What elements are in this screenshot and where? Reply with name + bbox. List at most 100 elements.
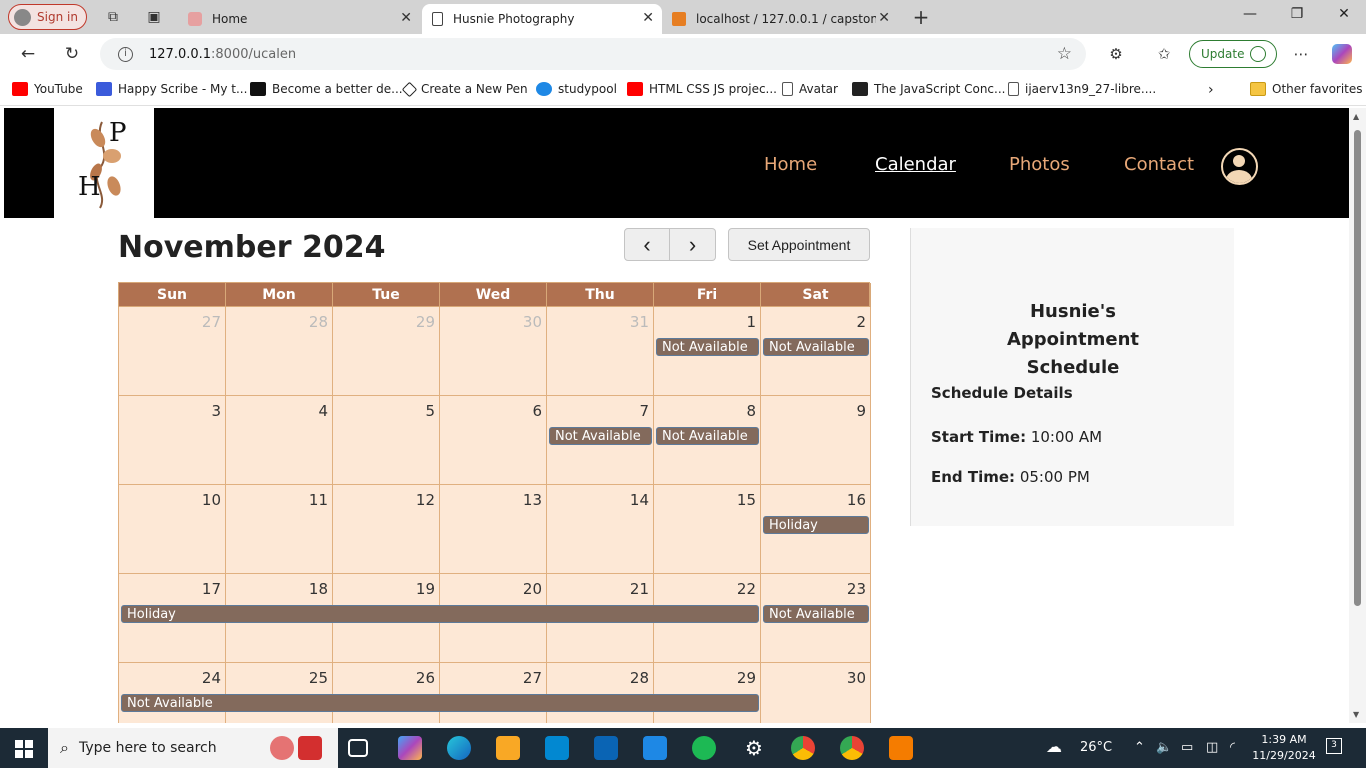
vscode-icon[interactable] [643,736,667,760]
outlook-icon[interactable] [594,736,618,760]
calendar-day-cell[interactable]: 30 [761,663,871,723]
alarm-clock-icon[interactable] [270,736,294,760]
other-favorites-folder[interactable]: Other favorites [1250,82,1363,96]
nav-photos[interactable]: Photos [1009,154,1070,175]
calendar-day-cell[interactable]: 29 [654,663,761,723]
calendar-day-cell[interactable]: 10 [119,485,226,574]
microsoft-store-icon[interactable] [545,736,569,760]
calendar-day-cell[interactable]: 24 [119,663,226,723]
calendar-day-cell[interactable]: 12 [333,485,440,574]
back-icon[interactable]: ← [17,43,39,65]
taskbar-search-input[interactable]: ⌕ Type here to search [48,728,338,768]
previous-month-button[interactable]: ‹ [624,228,670,261]
scroll-up-icon[interactable]: ▲ [1353,112,1359,121]
close-tab-icon[interactable]: ✕ [642,10,654,26]
calendar-day-cell[interactable]: 3 [119,396,226,485]
close-window-icon[interactable]: ✕ [1334,6,1354,22]
page-scrollbar[interactable]: ▲ ▼ [1349,108,1366,723]
url-input[interactable]: i 127.0.0.1 :8000/ucalen ☆ [100,38,1086,70]
minimize-icon[interactable]: — [1240,6,1260,22]
scrollbar-thumb[interactable] [1354,130,1361,606]
tab-husnie-photography[interactable]: Husnie Photography ✕ [422,4,662,34]
calendar-event[interactable]: Holiday [763,516,869,534]
calendar-day-cell[interactable]: 27 [119,307,226,396]
nav-calendar[interactable]: Calendar [875,154,956,175]
spotify-icon[interactable] [692,736,716,760]
calendar-event[interactable]: Holiday [121,605,759,623]
nav-contact[interactable]: Contact [1124,154,1194,175]
calendar-day-cell[interactable]: 5 [333,396,440,485]
calendar-day-cell[interactable]: 13 [440,485,547,574]
calendar-day-cell[interactable]: 27 [440,663,547,723]
more-menu-icon[interactable]: ⋯ [1291,44,1311,64]
chrome-profile-icon[interactable] [840,736,864,760]
edge-browser-icon[interactable] [447,736,471,760]
bookmarks-overflow-chevron-icon[interactable]: › [1208,82,1214,98]
calendar-event[interactable]: Not Available [549,427,652,445]
network-icon[interactable]: ◫ [1206,740,1218,755]
set-appointment-button[interactable]: Set Appointment [728,228,870,261]
tray-chevron-up-icon[interactable]: ⌃ [1134,740,1145,755]
file-explorer-icon[interactable] [496,736,520,760]
bookmark-javascript-concepts[interactable]: The JavaScript Conc... [852,82,1005,96]
favorite-star-icon[interactable]: ☆ [1057,44,1072,64]
wifi-icon[interactable]: ◜ [1230,740,1235,755]
calendar-day-cell[interactable]: 28 [226,307,333,396]
gift-icon[interactable] [298,736,322,760]
calendar-day-cell[interactable]: 25 [226,663,333,723]
reload-icon[interactable]: ↻ [61,43,83,65]
tab-actions-icon[interactable]: ▣ [145,8,163,26]
bookmark-studypool[interactable]: studypool [536,82,617,96]
sign-in-button[interactable]: Sign in [8,4,87,30]
bookmark-ijaerv[interactable]: ijaerv13n9_27-libre.... [1008,82,1156,96]
calendar-event[interactable]: Not Available [656,427,759,445]
bookmark-codepen[interactable]: Create a New Pen [401,81,528,97]
notifications-icon[interactable]: 3 [1326,738,1342,754]
new-tab-icon[interactable]: + [912,5,930,29]
tab-home[interactable]: Home ✕ [178,4,420,34]
calendar-day-cell[interactable]: 31 [547,307,654,396]
copilot-icon[interactable] [1332,44,1352,64]
windows-start-icon[interactable] [15,740,33,758]
scroll-down-icon[interactable]: ▼ [1353,710,1359,719]
task-view-icon[interactable] [348,739,368,757]
bookmark-youtube[interactable]: YouTube [12,82,83,96]
bookmark-html-css-js[interactable]: HTML CSS JS projec... [627,82,777,96]
close-tab-icon[interactable]: ✕ [400,10,412,26]
calendar-day-cell[interactable]: 28 [547,663,654,723]
calendar-event[interactable]: Not Available [121,694,759,712]
calendar-day-cell[interactable]: 26 [333,663,440,723]
bookmark-avatar[interactable]: Avatar [782,82,838,96]
nav-home[interactable]: Home [764,154,817,175]
favorites-icon[interactable]: ✩ [1154,44,1174,64]
calendar-day-cell[interactable]: 29 [333,307,440,396]
close-tab-icon[interactable]: ✕ [878,10,890,26]
xampp-icon[interactable] [889,736,913,760]
workspaces-icon[interactable]: ⧉ [104,8,122,26]
calendar-day-cell[interactable]: 14 [547,485,654,574]
extensions-icon[interactable]: ⚙ [1106,44,1126,64]
bookmark-become-better[interactable]: Become a better de... [250,82,403,96]
tab-phpmyadmin[interactable]: localhost / 127.0.0.1 / capstonelas ✕ [662,4,898,34]
copilot-taskbar-icon[interactable] [398,736,422,760]
restore-icon[interactable]: ❐ [1287,6,1307,22]
weather-icon[interactable]: ☁ [1046,737,1062,756]
user-account-icon[interactable] [1221,148,1258,185]
update-button[interactable]: Update [1189,40,1277,68]
volume-icon[interactable]: 🔈 [1156,740,1172,755]
battery-icon[interactable]: ▭ [1181,740,1193,755]
calendar-day-cell[interactable]: 6 [440,396,547,485]
bookmark-happy-scribe[interactable]: Happy Scribe - My t... [96,82,247,96]
calendar-event[interactable]: Not Available [763,338,869,356]
chrome-icon[interactable] [791,736,815,760]
calendar-day-cell[interactable]: 30 [440,307,547,396]
calendar-day-cell[interactable]: 4 [226,396,333,485]
calendar-event[interactable]: Not Available [763,605,869,623]
calendar-event[interactable]: Not Available [656,338,759,356]
site-logo[interactable]: P H [54,108,154,218]
taskbar-clock[interactable]: 1:39 AM 11/29/2024 [1252,732,1316,764]
calendar-day-cell[interactable]: 9 [761,396,871,485]
next-month-button[interactable]: › [670,228,716,261]
calendar-day-cell[interactable]: 15 [654,485,761,574]
site-info-icon[interactable]: i [118,46,133,62]
